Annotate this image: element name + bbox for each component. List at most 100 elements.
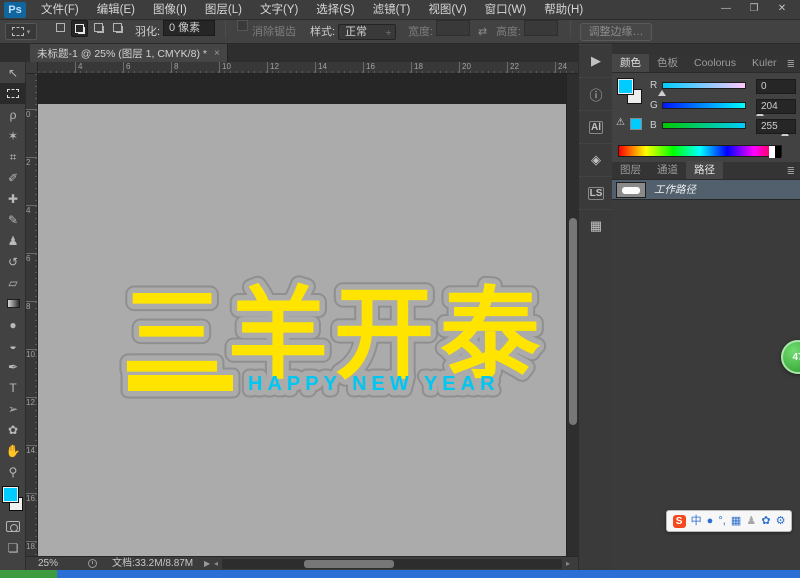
gradient-tool[interactable] [0,293,26,314]
document-canvas[interactable]: 三羊开泰 HAPPY NEW YEAR 三羊开泰 HAPPY NEW YEAR … [38,104,566,556]
clone-stamp-tool[interactable]: ♟ [0,230,26,251]
gamut-warning-icon[interactable]: ⚠ [616,117,625,128]
wrench-icon[interactable]: ⚙ [776,516,786,527]
path-row[interactable]: 工作路径 [612,180,800,200]
new-selection-button[interactable] [52,20,69,37]
soft-keyboard-icon[interactable]: ▦ [731,516,741,527]
menu-item-窗口[interactable]: 窗口(W) [476,0,536,20]
canvas-viewport[interactable]: 三羊开泰 HAPPY NEW YEAR 三羊开泰 HAPPY NEW YEAR … [38,74,566,556]
scroll-left-arrow-icon[interactable]: ◂ [214,557,218,571]
menu-item-图层[interactable]: 图层(L) [196,0,251,20]
width-input[interactable] [436,20,470,36]
black-swatch[interactable] [775,146,781,158]
rectangular-marquee-icon [7,89,19,98]
subtract-from-selection-button[interactable] [90,20,107,37]
gamut-swatch[interactable] [630,118,642,130]
screen-mode-button[interactable]: ❏ [0,537,26,558]
history-brush-tool[interactable]: ↺ [0,251,26,272]
foreground-color-swatch[interactable] [3,487,18,502]
horizontal-scrollbar[interactable] [222,559,562,569]
channel-value-input[interactable]: 255 [756,119,796,134]
menu-item-图像[interactable]: 图像(I) [144,0,196,20]
horizontal-scrollbar-thumb[interactable] [304,560,394,568]
menu-item-帮助[interactable]: 帮助(H) [535,0,592,20]
info-panel-icon[interactable]: ⓘ [579,77,613,110]
close-button[interactable]: ✕ [768,0,796,18]
status-bar: 25% 文档:33.2M/8.87M ▶ ◂ ▸ [26,556,578,570]
custom-shape-tool[interactable]: ✿ [0,419,26,440]
document-tab[interactable]: 未标题-1 @ 25% (图层 1, CMYK/8) * × [30,44,228,62]
menu-item-选择[interactable]: 选择(S) [307,0,363,20]
rectangular-marquee-tool[interactable] [0,83,26,104]
layer-comps-panel-icon[interactable]: ◈ [579,143,613,176]
vertical-scrollbar[interactable] [566,74,578,556]
brush-tool[interactable]: ✎ [0,209,26,230]
tab-颜色[interactable]: 颜色 [612,54,649,72]
status-flyout-arrow-icon[interactable]: ▶ [204,557,210,571]
tab-通道[interactable]: 通道 [649,161,686,179]
menu-item-文件[interactable]: 文件(F) [32,0,88,20]
magic-wand-tool[interactable]: ✶ [0,125,26,146]
path-selection-tool[interactable]: ➢ [0,398,26,419]
hand-tool[interactable]: ✋ [0,440,26,461]
layer-styles-panel-icon[interactable]: LS [579,176,613,209]
punctuation-mode-icon[interactable]: °, [718,516,725,527]
skin-icon[interactable]: ✿ [761,516,770,527]
underline-bar [128,375,233,391]
dodge-tool[interactable]: ◒ [0,335,26,356]
lasso-tool[interactable]: ρ [0,104,26,125]
quick-mask-button[interactable] [0,516,26,537]
swap-dimensions-icon[interactable]: ⇄ [478,20,487,44]
channel-value-input[interactable]: 0 [756,79,796,94]
tool-preset-picker[interactable]: ▾ [5,23,37,40]
zoom-tool[interactable]: ⚲ [0,461,26,482]
move-tool[interactable]: ↖ [0,62,26,83]
zoom-level[interactable]: 25% [38,557,58,571]
crop-tool[interactable]: ⌗ [0,146,26,167]
chinese-mode-icon[interactable]: 中 [691,516,702,527]
restore-button[interactable]: ❐ [740,0,768,18]
eraser-tool[interactable]: ▱ [0,272,26,293]
ai-panel-icon[interactable]: Al [579,110,613,143]
pen-tool[interactable]: ✒ [0,356,26,377]
style-dropdown[interactable]: 正常 ÷ [338,24,396,40]
panel-menu-icon[interactable]: ≣ [787,166,795,177]
menu-item-视图[interactable]: 视图(V) [419,0,475,20]
add-to-selection-button[interactable] [71,20,88,37]
minimize-button[interactable]: — [712,0,740,18]
actions-panel-icon[interactable]: ▶ [579,44,613,77]
height-input[interactable] [524,20,558,36]
channel-value-input[interactable]: 204 [756,99,796,114]
user-icon[interactable]: ♟ [746,516,756,527]
vertical-scrollbar-thumb[interactable] [569,218,577,425]
menu-item-编辑[interactable]: 编辑(E) [88,0,144,20]
channel-slider[interactable] [662,82,746,89]
menu-item-滤镜[interactable]: 滤镜(T) [364,0,420,20]
eyedropper-tool[interactable]: ✐ [0,167,26,188]
intersect-selection-button[interactable] [109,20,126,37]
blur-tool[interactable]: ● [0,314,26,335]
sogou-logo[interactable]: S [673,515,686,528]
panel-menu-icon[interactable]: ≣ [787,59,795,70]
slider-marker[interactable] [658,90,666,96]
fullwidth-mode-icon[interactable]: ● [707,516,714,527]
type-tool[interactable]: T [0,377,26,398]
tab-Coolorus[interactable]: Coolorus [686,54,744,72]
tab-色板[interactable]: 色板 [649,54,686,72]
channel-slider[interactable] [662,122,746,129]
color-spectrum-ramp[interactable] [618,145,782,157]
healing-brush-tool[interactable]: ✚ [0,188,26,209]
antialias-checkbox[interactable] [237,20,248,31]
scroll-right-arrow-icon[interactable]: ▸ [566,557,570,571]
foreground-color-swatch[interactable] [618,79,633,94]
menu-item-文字[interactable]: 文字(Y) [251,0,307,20]
refine-edge-button[interactable]: 调整边缘… [580,23,652,41]
tab-Kuler[interactable]: Kuler [744,54,785,72]
channel-slider[interactable] [662,102,746,109]
feather-input[interactable]: 0 像素 [163,20,215,36]
hand-tool-icon: ✋ [6,445,21,457]
tab-路径[interactable]: 路径 [686,161,723,179]
close-tab-icon[interactable]: × [214,48,220,59]
tab-图层[interactable]: 图层 [612,161,649,179]
patterns-panel-icon[interactable]: ▦ [579,209,613,242]
